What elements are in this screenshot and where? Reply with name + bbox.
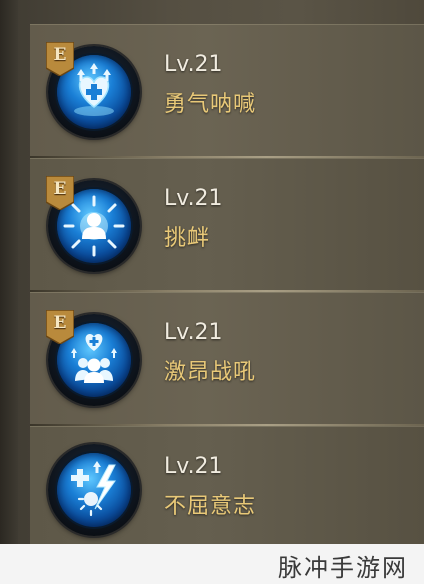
row-highlight — [30, 426, 424, 427]
rank-badge: E — [46, 176, 74, 210]
skill-row-2[interactable]: E Lv.21 挑衅 — [30, 158, 424, 292]
skill-icon-slot[interactable]: E — [46, 42, 140, 138]
row-highlight — [30, 158, 424, 159]
rank-badge: E — [46, 42, 74, 76]
skill-level: Lv.21 — [164, 454, 223, 479]
skill-level: Lv.21 — [164, 320, 223, 345]
skill-level: Lv.21 — [164, 52, 223, 77]
skill-row-4[interactable]: Lv.21 不屈意志 — [30, 426, 424, 544]
rank-badge-letter: E — [53, 313, 67, 333]
row-highlight — [30, 24, 424, 25]
skill-row-3[interactable]: E Lv.21 激昂战吼 — [30, 292, 424, 426]
rank-badge-letter: E — [53, 45, 67, 65]
skill-icon-slot[interactable]: E — [46, 176, 140, 272]
skill-name: 勇气呐喊 — [164, 92, 257, 117]
skill-icon-slot[interactable]: E — [46, 310, 140, 406]
skill-name: 不屈意志 — [164, 494, 257, 519]
skill-level: Lv.21 — [164, 186, 223, 211]
skill-name: 激昂战吼 — [164, 360, 257, 385]
skill-icon-slot[interactable] — [48, 444, 140, 536]
rank-badge-letter: E — [53, 179, 67, 199]
skill-row-1[interactable]: E Lv.21 勇气呐喊 — [30, 24, 424, 158]
plus-lightning-icon — [57, 453, 131, 527]
skill-name: 挑衅 — [164, 226, 211, 251]
skill-list-panel: E Lv.21 勇气呐喊 E Lv.21 挑衅 E Lv.21 激昂战吼 Lv.… — [0, 0, 424, 544]
row-highlight — [30, 292, 424, 293]
watermark-text: 脉冲手游网 — [278, 554, 408, 582]
rank-badge: E — [46, 310, 74, 344]
